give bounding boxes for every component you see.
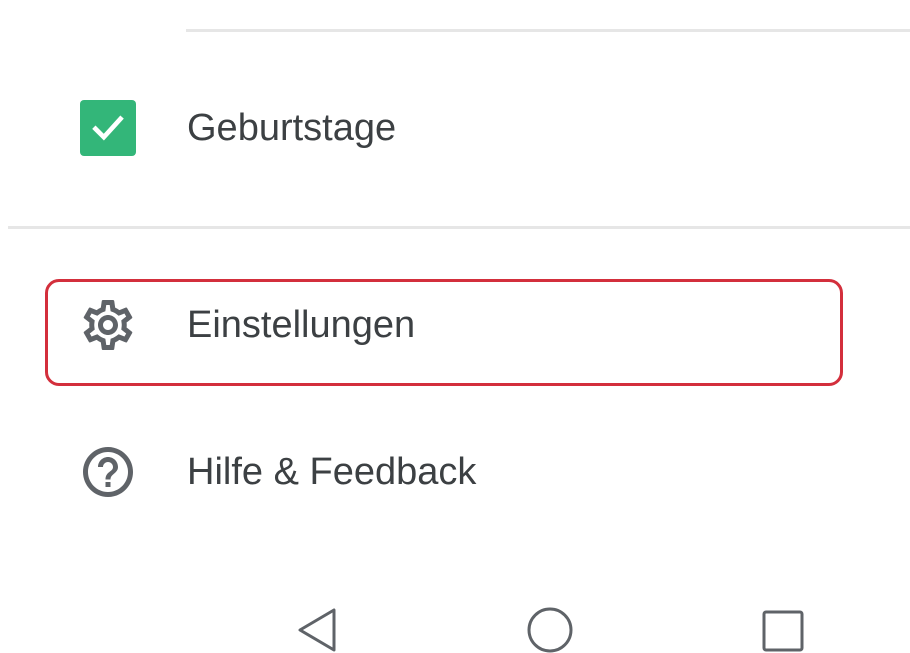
back-triangle-icon: [298, 608, 336, 652]
home-circle-icon: [527, 607, 573, 653]
checkmark-icon: [92, 115, 124, 141]
checkbox[interactable]: [80, 100, 136, 156]
menu-item-birthdays[interactable]: Geburtstage: [0, 88, 910, 168]
system-navigation-bar: [0, 590, 910, 653]
menu-item-label: Geburtstage: [187, 107, 397, 149]
checkbox-checked-icon[interactable]: [80, 100, 136, 156]
menu-item-label: Einstellungen: [187, 304, 416, 346]
divider: [8, 226, 910, 229]
recents-button[interactable]: [752, 604, 812, 653]
menu-item-settings[interactable]: Einstellungen: [0, 285, 910, 365]
gear-icon: [78, 295, 138, 355]
back-button[interactable]: [288, 604, 348, 653]
screen: Geburtstage Einstellungen Hilfe & Feedba…: [0, 0, 910, 653]
home-button[interactable]: [520, 604, 580, 653]
help-circle-icon: [78, 442, 138, 502]
menu-item-help-feedback[interactable]: Hilfe & Feedback: [0, 432, 910, 512]
divider: [186, 29, 910, 32]
menu-item-label: Hilfe & Feedback: [187, 451, 477, 493]
recents-square-icon: [762, 610, 804, 652]
